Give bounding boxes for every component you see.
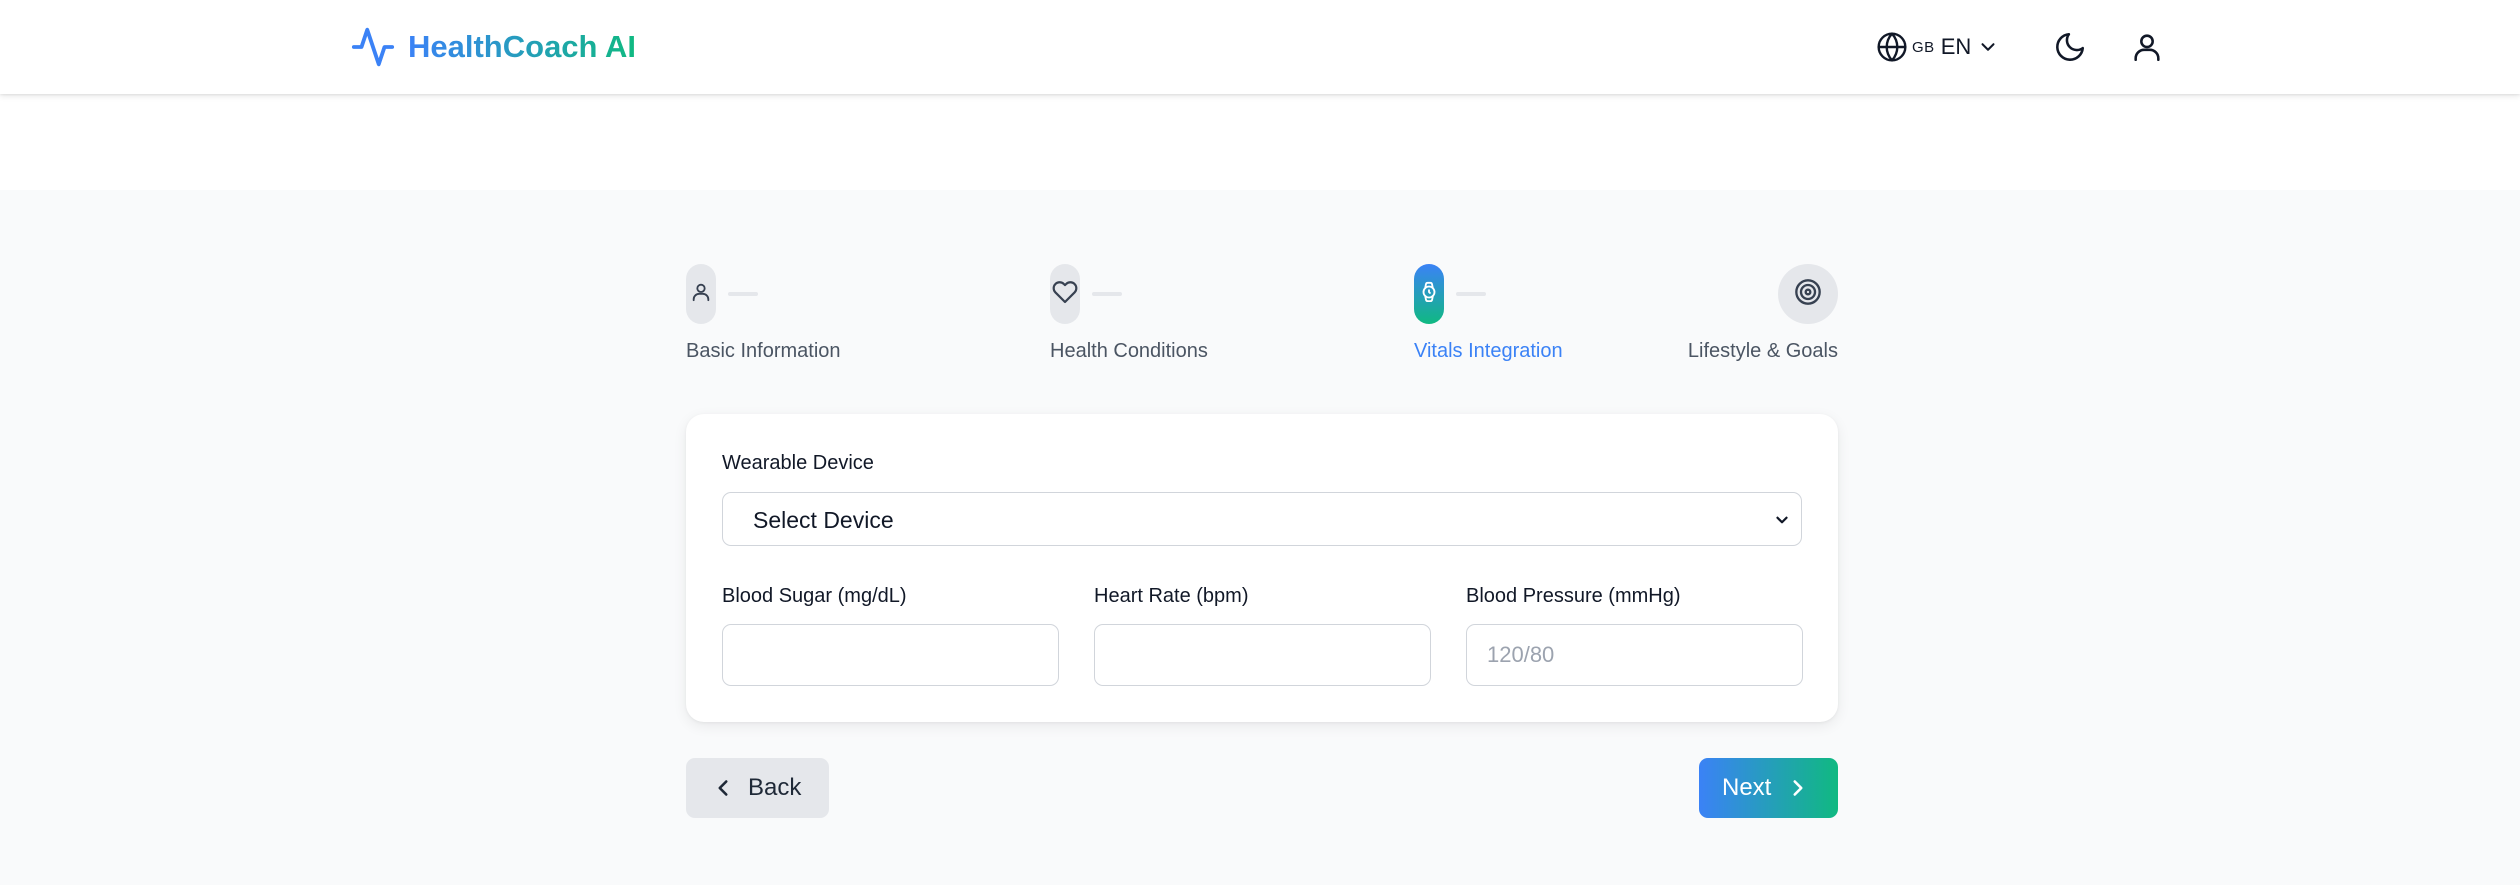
step-indicator-active <box>1414 264 1444 324</box>
brand-logo[interactable]: HealthCoach AI <box>350 24 636 70</box>
blood-pressure-input[interactable] <box>1466 624 1803 686</box>
language-code: EN <box>1940 34 1972 59</box>
wearable-device-select[interactable]: Select Device <box>722 492 1802 546</box>
step-indicator <box>1050 264 1080 324</box>
target-icon <box>1794 278 1822 311</box>
app-header: HealthCoach AI GB EN <box>0 0 2520 94</box>
activity-pulse-icon <box>350 24 396 70</box>
wearable-device-label: Wearable Device <box>722 452 874 474</box>
user-icon <box>690 281 712 308</box>
back-button[interactable]: Back <box>686 758 829 818</box>
blood-pressure-label: Blood Pressure (mmHg) <box>1466 585 1681 607</box>
app-name: HealthCoach AI <box>408 24 636 70</box>
heart-icon <box>1052 279 1078 310</box>
main-content: Basic Information Health Conditions Vita… <box>0 190 2520 885</box>
heart-rate-input[interactable] <box>1094 624 1431 686</box>
step-connector <box>728 292 758 296</box>
watch-icon <box>1418 281 1440 308</box>
user-profile-button[interactable] <box>2130 30 2164 64</box>
chevron-right-icon <box>1785 775 1811 801</box>
moon-icon <box>2053 32 2087 68</box>
onboarding-container: Basic Information Health Conditions Vita… <box>686 190 1838 885</box>
heart-rate-label: Heart Rate (bpm) <box>1094 585 1249 607</box>
step-indicator <box>1778 264 1838 324</box>
step-indicator <box>686 264 716 324</box>
step-label: Basic Information <box>686 340 841 362</box>
next-button[interactable]: Next <box>1699 758 1838 818</box>
step-label: Health Conditions <box>1050 340 1208 362</box>
theme-toggle-button[interactable] <box>2053 30 2087 64</box>
language-selector[interactable]: GB EN <box>1876 30 1999 64</box>
chevron-left-icon <box>710 775 736 801</box>
blood-sugar-input[interactable] <box>722 624 1059 686</box>
vitals-form-card: Wearable Device Select Device Blood Suga… <box>686 414 1838 722</box>
globe-icon <box>1876 31 1908 63</box>
step-label: Vitals Integration <box>1414 340 1563 362</box>
chevron-down-icon <box>1977 36 1999 58</box>
language-flag: GB <box>1912 38 1935 56</box>
wearable-device-selected: Select Device <box>753 507 894 533</box>
step-lifestyle-goals[interactable]: Lifestyle & Goals <box>1688 264 1838 364</box>
user-icon <box>2130 34 2164 68</box>
step-label: Lifestyle & Goals <box>1687 340 1838 362</box>
back-button-label: Back <box>748 774 802 801</box>
step-connector <box>1092 292 1122 296</box>
blood-sugar-label: Blood Sugar (mg/dL) <box>722 585 907 607</box>
chevron-down-icon <box>1773 511 1791 529</box>
next-button-label: Next <box>1722 774 1772 801</box>
step-connector <box>1456 292 1486 296</box>
